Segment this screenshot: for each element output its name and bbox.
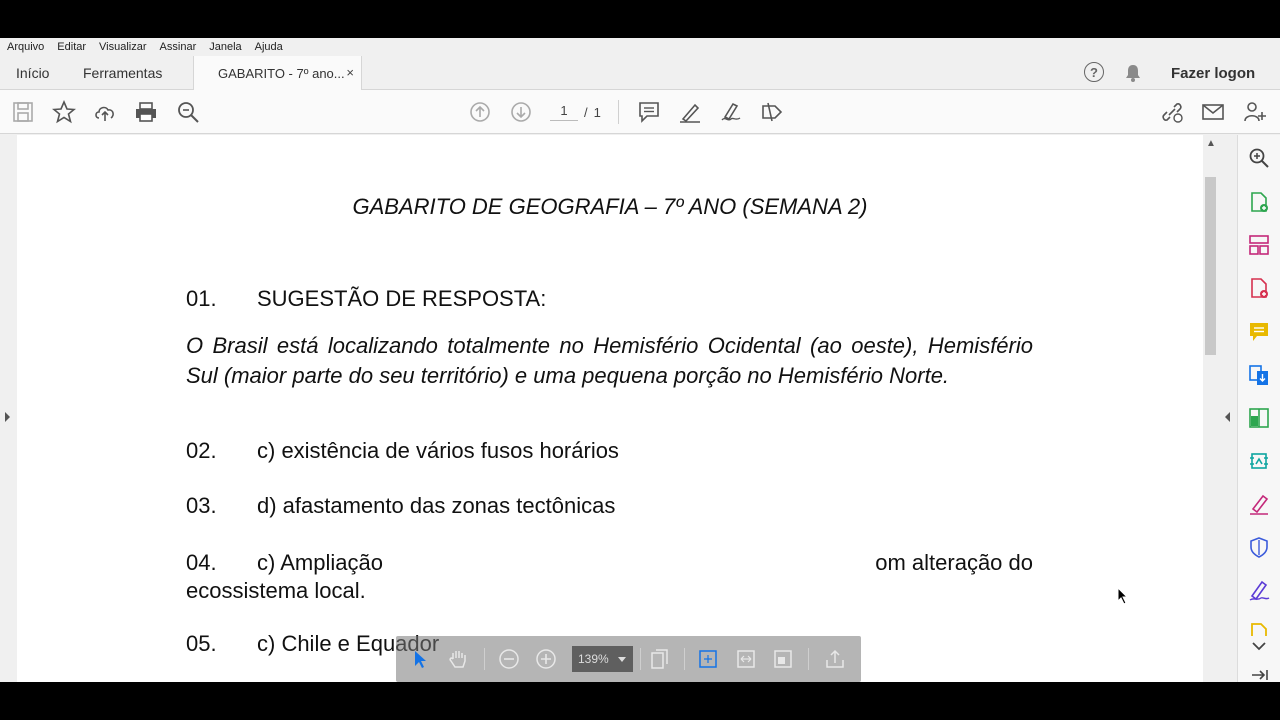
tab-bar: Início Ferramentas GABARITO - 7º ano... …	[0, 56, 1280, 91]
menu-ajuda[interactable]: Ajuda	[255, 41, 283, 53]
highlight-pen-icon[interactable]	[678, 100, 702, 124]
question-number: 04.	[186, 550, 217, 575]
share-upload-icon[interactable]	[824, 648, 846, 670]
floating-zoom-toolbar: 139%	[396, 636, 861, 682]
tab-home[interactable]: Início	[16, 56, 49, 90]
menu-janela[interactable]: Janela	[209, 41, 241, 53]
zoombar-divider	[808, 648, 809, 670]
close-tab-icon[interactable]: ×	[346, 65, 354, 80]
chevron-down-icon[interactable]	[1248, 635, 1270, 651]
select-cursor-icon[interactable]	[409, 648, 431, 670]
bookmark-star-icon[interactable]	[51, 99, 77, 124]
document-title: GABARITO DE GEOGRAFIA – 7º ANO (SEMANA 2…	[352, 194, 868, 219]
question-01-answer: O Brasil está localizando totalmente no …	[186, 333, 1033, 388]
share-link-icon[interactable]	[1160, 100, 1184, 124]
tab-tools[interactable]: Ferramentas	[83, 56, 162, 90]
left-panel-toggle[interactable]	[0, 135, 17, 682]
question-number: 02.	[186, 438, 217, 463]
comment-tool-icon[interactable]	[1248, 321, 1270, 343]
menu-arquivo[interactable]: Arquivo	[7, 41, 44, 53]
full-screen-icon[interactable]	[772, 648, 794, 670]
chevron-down-icon	[618, 657, 626, 662]
question-02: 02. c) existência de vários fusos horário…	[186, 438, 619, 464]
vertical-scrollbar[interactable]: ▲	[1203, 135, 1218, 682]
tools-pane	[1238, 135, 1280, 682]
fit-width-icon[interactable]	[735, 648, 757, 670]
send-for-signature-icon[interactable]	[1248, 579, 1270, 601]
page-separator: /	[584, 104, 588, 120]
question-03: 03. d) afastamento das zonas tectônicas	[186, 493, 615, 519]
previous-page-icon[interactable]	[468, 100, 492, 124]
enhance-scan-icon[interactable]	[1248, 450, 1270, 472]
zoom-out-icon[interactable]	[498, 648, 520, 670]
next-page-icon[interactable]	[509, 100, 533, 124]
organize-pages-icon[interactable]	[1248, 234, 1270, 256]
toolbar: 1 / 1	[0, 90, 1280, 134]
right-panel-toggle[interactable]	[1218, 135, 1238, 682]
fill-sign-icon[interactable]	[1248, 493, 1270, 515]
tab-document[interactable]: GABARITO - 7º ano... ×	[193, 56, 362, 91]
tab-document-label: GABARITO - 7º ano...	[218, 66, 345, 81]
add-user-icon[interactable]	[1243, 100, 1267, 124]
save-icon[interactable]	[11, 100, 35, 124]
menu-bar: Arquivo Editar Visualizar Assinar Janela…	[0, 38, 1280, 56]
question-text: c) existência de vários fusos horários	[257, 438, 619, 463]
acrobat-window: Arquivo Editar Visualizar Assinar Janela…	[0, 38, 1280, 682]
protect-shield-icon[interactable]	[1248, 536, 1270, 558]
expand-left-icon[interactable]	[5, 412, 10, 422]
question-text-start: c) Ampliação	[257, 550, 383, 575]
document-area: GABARITO DE GEOGRAFIA – 7º ANO (SEMANA 2…	[0, 135, 1280, 682]
comment-icon[interactable]	[637, 100, 661, 124]
print-icon[interactable]	[134, 100, 158, 124]
question-01: 01. SUGESTÃO DE RESPOSTA:	[186, 286, 546, 312]
zoom-level-value: 139%	[578, 652, 609, 666]
bell-icon[interactable]	[1124, 63, 1142, 86]
combine-files-icon[interactable]	[1248, 364, 1270, 386]
menu-editar[interactable]: Editar	[57, 41, 86, 53]
fit-page-icon[interactable]	[697, 648, 719, 670]
question-text-end: om alteração do	[875, 550, 1033, 575]
scroll-thumb[interactable]	[1205, 177, 1216, 355]
create-pdf-icon[interactable]	[1248, 191, 1270, 213]
search-zoom-icon[interactable]	[176, 100, 200, 124]
hand-tool-icon[interactable]	[447, 648, 469, 670]
collapse-right-icon[interactable]	[1225, 412, 1230, 422]
stamp-tag-icon[interactable]	[760, 100, 784, 124]
export-pdf-icon[interactable]	[1248, 277, 1270, 299]
question-text-line2: ecossistema local.	[186, 578, 366, 603]
pane-arrow-icon[interactable]	[1248, 667, 1270, 681]
more-tools-icon[interactable]	[1248, 622, 1270, 636]
sign-in-button[interactable]: Fazer logon	[1171, 56, 1255, 90]
zoombar-divider	[684, 648, 685, 670]
toolbar-divider	[618, 100, 619, 124]
menu-visualizar[interactable]: Visualizar	[99, 41, 147, 53]
pdf-page: GABARITO DE GEOGRAFIA – 7º ANO (SEMANA 2…	[17, 135, 1203, 682]
page-display-icon[interactable]	[649, 648, 671, 670]
draw-sign-icon[interactable]	[719, 100, 743, 124]
page-indicator: 1 / 1	[550, 103, 601, 121]
question-text: SUGESTÃO DE RESPOSTA:	[257, 286, 547, 311]
email-icon[interactable]	[1201, 100, 1225, 124]
compare-files-icon[interactable]	[1248, 407, 1270, 429]
upload-cloud-icon[interactable]	[93, 100, 117, 124]
question-04: 04. c) Ampliação om alteração do ecossist…	[186, 549, 1033, 605]
page-total: 1	[593, 104, 601, 120]
scroll-up-icon[interactable]: ▲	[1206, 138, 1216, 149]
question-text: d) afastamento das zonas tectônicas	[257, 493, 616, 518]
zoom-level-select[interactable]: 139%	[572, 646, 633, 672]
zoombar-divider	[640, 648, 641, 670]
page-number-input[interactable]: 1	[550, 103, 578, 121]
question-number: 03.	[186, 493, 217, 518]
help-icon[interactable]: ?	[1084, 62, 1104, 82]
menu-assinar[interactable]: Assinar	[160, 41, 197, 53]
question-number: 05.	[186, 631, 217, 656]
mouse-cursor-icon	[1117, 586, 1129, 610]
question-number: 01.	[186, 286, 217, 311]
zoom-in-icon[interactable]	[535, 648, 557, 670]
zoom-tool-icon[interactable]	[1248, 147, 1270, 169]
zoombar-divider	[484, 648, 485, 670]
